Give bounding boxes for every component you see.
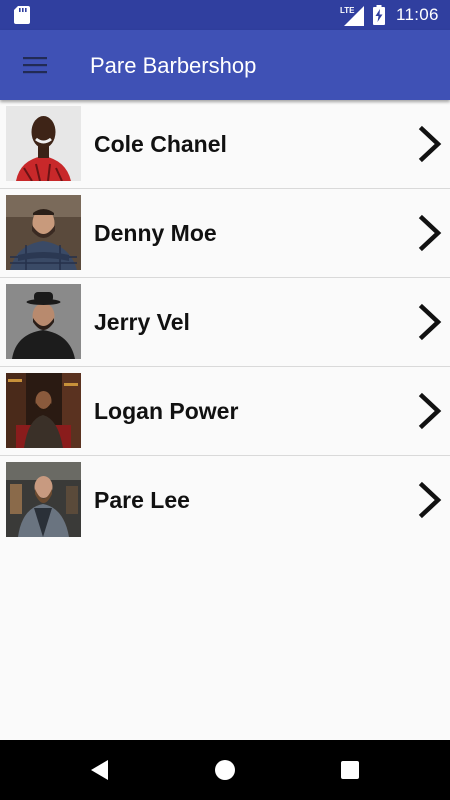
chevron-right-icon	[418, 303, 442, 341]
barber-photo-denny-moe	[6, 195, 81, 270]
menu-button[interactable]	[14, 44, 56, 86]
app-title: Pare Barbershop	[90, 53, 257, 78]
barber-name: Logan Power	[94, 398, 239, 424]
barber-photo-pare-lee	[6, 462, 81, 537]
sd-card-icon	[14, 6, 30, 24]
chevron-right-icon	[418, 214, 442, 252]
barber-row-pare-lee[interactable]: Pare Lee	[0, 456, 450, 544]
home-icon[interactable]	[214, 759, 236, 781]
barber-name: Pare Lee	[94, 487, 190, 513]
app-bar: Pare Barbershop	[0, 30, 450, 100]
barber-row-jerry-vel[interactable]: Jerry Vel	[0, 278, 450, 367]
barber-list: Cole Chanel Denny Moe Jerry Vel Logan Po…	[0, 100, 450, 544]
lte-signal-icon: LTE	[340, 6, 364, 26]
system-nav-bar	[0, 740, 450, 800]
screen: LTE 11:06 Pare Barbershop Cole Chanel De…	[0, 0, 450, 800]
status-bar: LTE 11:06	[0, 0, 450, 30]
status-clock: 11:06	[396, 5, 439, 24]
barber-photo-logan-power	[6, 373, 81, 448]
battery-charging-icon	[373, 5, 385, 25]
barber-row-denny-moe[interactable]: Denny Moe	[0, 189, 450, 278]
barber-name: Jerry Vel	[94, 309, 190, 335]
recents-icon[interactable]	[340, 760, 360, 780]
barber-photo-cole-chanel	[6, 106, 81, 181]
chevron-right-icon	[418, 392, 442, 430]
chevron-right-icon	[418, 481, 442, 519]
hamburger-menu-icon	[23, 57, 47, 74]
back-icon[interactable]	[88, 758, 112, 782]
barber-photo-jerry-vel	[6, 284, 81, 359]
barber-row-cole-chanel[interactable]: Cole Chanel	[0, 100, 450, 189]
barber-name: Denny Moe	[94, 220, 217, 246]
barber-name: Cole Chanel	[94, 131, 227, 157]
svg-text:LTE: LTE	[340, 6, 355, 15]
barber-row-logan-power[interactable]: Logan Power	[0, 367, 450, 456]
chevron-right-icon	[418, 125, 442, 163]
